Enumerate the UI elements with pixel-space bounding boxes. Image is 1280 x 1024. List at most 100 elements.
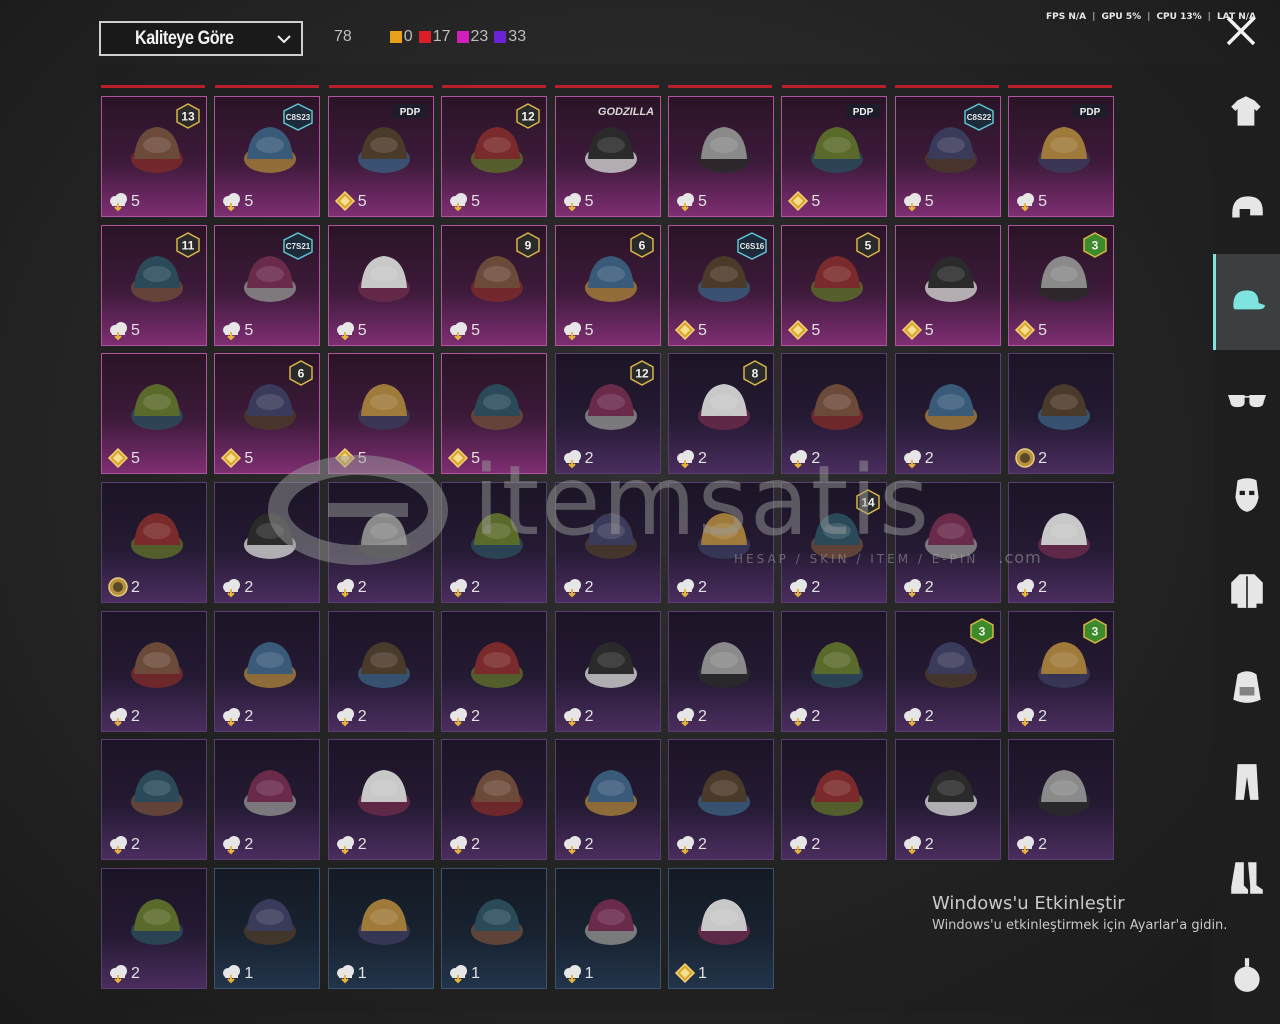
inventory-item[interactable]: 2: [327, 610, 434, 732]
inventory-item[interactable]: 2: [781, 610, 888, 732]
inventory-item[interactable]: PDP 5: [1008, 96, 1115, 217]
inventory-item[interactable]: 2: [101, 868, 207, 990]
inventory-item[interactable]: C6S16 5: [667, 224, 774, 346]
inventory-item[interactable]: 2: [441, 739, 548, 861]
inventory-item[interactable]: 2: [101, 482, 207, 604]
inventory-item[interactable]: 65: [214, 353, 321, 475]
inventory-item[interactable]: 2: [1008, 353, 1115, 475]
outfit-icon: [1230, 96, 1261, 126]
sidebar-item-helmet[interactable]: [1213, 160, 1280, 256]
shoes-icon: [1230, 862, 1263, 894]
inventory-item[interactable]: 2: [441, 610, 548, 732]
inventory-item[interactable]: 35: [1008, 224, 1115, 346]
inventory-item[interactable]: 2: [1008, 739, 1115, 861]
inventory-item[interactable]: 82: [667, 353, 774, 475]
inventory-item[interactable]: 5: [894, 224, 1001, 346]
inventory-item[interactable]: 2: [214, 482, 321, 604]
inventory-item[interactable]: 5: [101, 353, 207, 475]
item-badge: 13: [176, 103, 200, 133]
item-quantity: 2: [471, 579, 481, 597]
inventory-item[interactable]: 2: [894, 739, 1001, 861]
gpu-readout: GPU 5%: [1101, 12, 1142, 22]
item-quantity: 2: [697, 579, 707, 597]
svg-text:12: 12: [521, 110, 535, 124]
svg-text:3: 3: [1092, 624, 1099, 638]
inventory-item[interactable]: 95: [441, 224, 548, 346]
sidebar-item-cap[interactable]: [1213, 254, 1280, 350]
item-quantity: 2: [811, 450, 821, 468]
inventory-item[interactable]: 1: [214, 868, 321, 990]
diamond-currency-icon: [901, 319, 923, 341]
close-icon[interactable]: [1224, 14, 1258, 48]
mask-icon: [1234, 478, 1259, 512]
sidebar-item-outfit[interactable]: [1213, 64, 1280, 160]
inventory-item[interactable]: 1: [327, 868, 434, 990]
item-art-cake-hat-icon: [126, 758, 188, 830]
item-quantity: 2: [811, 836, 821, 854]
inventory-item[interactable]: 12 5: [441, 96, 548, 217]
inventory-item[interactable]: 14 2: [781, 482, 888, 604]
inventory-item[interactable]: 2: [327, 739, 434, 861]
inventory-item[interactable]: 32: [894, 610, 1001, 732]
inventory-item[interactable]: 55: [781, 224, 888, 346]
inventory-item[interactable]: 2: [667, 610, 774, 732]
inventory-item[interactable]: 65: [554, 224, 661, 346]
sidebar-item-jacket[interactable]: [1213, 542, 1280, 638]
inventory-item[interactable]: 2: [214, 610, 321, 732]
item-badge: 6: [289, 360, 314, 390]
inventory-item[interactable]: 2: [327, 482, 434, 604]
inventory-item[interactable]: 2: [554, 610, 661, 732]
inventory-item[interactable]: 2: [441, 482, 548, 604]
inventory-item[interactable]: 5: [327, 353, 434, 475]
inventory-item[interactable]: PDP 5: [327, 96, 434, 217]
item-quantity: 5: [584, 193, 594, 210]
inventory-item[interactable]: 2: [554, 482, 661, 604]
item-art-blue-cap-2-icon: [693, 758, 755, 830]
inventory-item[interactable]: 5: [441, 353, 548, 475]
inventory-item[interactable]: 2: [781, 353, 888, 475]
inventory-item[interactable]: GODZILLA 5: [554, 96, 661, 217]
inventory-item[interactable]: 13 5: [101, 96, 207, 217]
inventory-item[interactable]: 2: [667, 739, 774, 861]
item-art-black-mask-icon: [353, 630, 415, 702]
sidebar-item-mask[interactable]: [1213, 446, 1280, 542]
item-quantity: 2: [131, 836, 140, 854]
inventory-item[interactable]: 1: [441, 868, 548, 990]
inventory-item[interactable]: C8S22 5: [894, 96, 1001, 217]
inventory-item[interactable]: 2: [101, 610, 207, 732]
inventory-item[interactable]: 32: [1008, 610, 1115, 732]
cloud-currency-icon: [561, 962, 583, 984]
sort-dropdown[interactable]: Kaliteye Göre: [99, 21, 303, 56]
cloud-currency-icon: [447, 705, 469, 727]
rarity-count: 23: [470, 28, 489, 45]
svg-text:PDP: PDP: [400, 107, 421, 118]
inventory-item[interactable]: C8S23 5: [214, 96, 321, 217]
cloud-currency-icon: [334, 833, 356, 855]
inventory-item[interactable]: 2: [101, 739, 207, 861]
inventory-item[interactable]: 2: [1008, 482, 1115, 604]
inventory-item[interactable]: C7S21 5: [214, 224, 321, 346]
item-art-brown-fedora-icon: [806, 758, 868, 830]
inventory-item[interactable]: 11 5: [101, 224, 207, 346]
sidebar-item-backpack[interactable]: [1213, 638, 1280, 734]
item-art-shark-hat-icon: [466, 630, 528, 702]
inventory-item[interactable]: 2: [894, 482, 1001, 604]
inventory-item[interactable]: 2: [554, 739, 661, 861]
inventory-item[interactable]: 5: [327, 224, 434, 346]
inventory-item[interactable]: 2: [214, 739, 321, 861]
inventory-item[interactable]: 2: [894, 353, 1001, 475]
sidebar-item-pants[interactable]: [1213, 734, 1280, 830]
item-badge: PDP: [392, 103, 427, 123]
item-art-trucker-cap-2-icon: [580, 887, 642, 959]
inventory-item[interactable]: 2: [781, 739, 888, 861]
inventory-item[interactable]: 1: [554, 868, 661, 990]
item-badge: 9: [516, 231, 540, 262]
item-quantity: 2: [811, 707, 821, 725]
inventory-item[interactable]: 2: [667, 482, 774, 604]
inventory-item[interactable]: 1: [667, 868, 774, 990]
sidebar-item-emblem[interactable]: [1213, 926, 1280, 1022]
sidebar-item-glasses[interactable]: [1213, 351, 1280, 447]
inventory-item[interactable]: 12 2: [554, 353, 661, 475]
inventory-item[interactable]: 5: [667, 96, 774, 217]
inventory-item[interactable]: PDP 5: [781, 96, 888, 217]
